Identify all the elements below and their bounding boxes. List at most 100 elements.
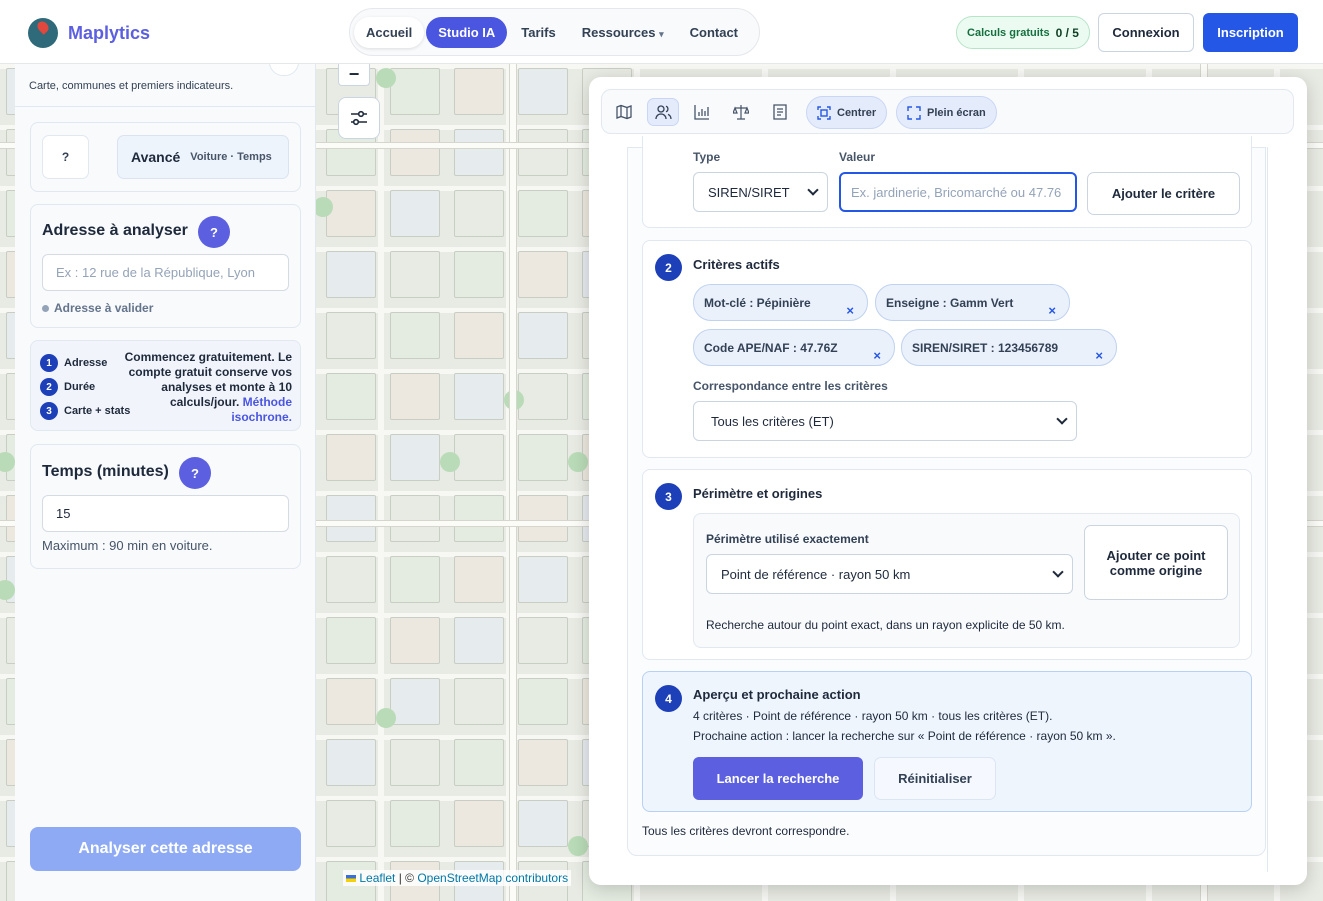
map-block [518, 68, 568, 115]
type-select-value: SIREN/SIRET [708, 184, 790, 200]
map-block [390, 678, 440, 725]
stats-view-button[interactable] [686, 98, 718, 126]
map-settings-button[interactable] [338, 97, 380, 139]
reset-button[interactable]: Réinitialiser [874, 757, 996, 800]
chevron-down-icon: ▾ [659, 28, 664, 39]
signup-button[interactable]: Inscription [1203, 13, 1298, 52]
match-select-value: Tous les critères (ET) [711, 413, 834, 429]
time-input[interactable]: 15 [42, 495, 289, 532]
fullscreen-button[interactable]: Plein écran [896, 96, 997, 129]
address-input[interactable]: Ex : 12 rue de la République, Lyon [42, 254, 289, 291]
remove-criterion-icon[interactable]: × [1095, 348, 1103, 363]
map-block [518, 434, 568, 481]
divider [15, 106, 316, 107]
perimeter-section: 3 Périmètre et origines Périmètre utilis… [642, 469, 1252, 660]
brand-logo[interactable]: Maplytics [28, 18, 150, 48]
fullscreen-label: Plein écran [927, 106, 986, 119]
step-label: Durée [64, 381, 96, 393]
osm-link[interactable]: OpenStreetMap contributors [417, 871, 568, 885]
nav-tarifs[interactable]: Tarifs [509, 17, 567, 48]
perimeter-select[interactable]: Point de référence · rayon 50 km [706, 554, 1073, 594]
address-title: Adresse à analyser [42, 222, 188, 239]
add-origin-button[interactable]: Ajouter ce point comme origine [1084, 525, 1228, 600]
address-help-button[interactable]: ? [198, 216, 230, 248]
leaflet-link[interactable]: Leaflet [359, 871, 395, 885]
users-icon [654, 105, 672, 120]
map-block [390, 556, 440, 603]
step-duration: 2 Durée [40, 378, 95, 396]
mode-help-button[interactable]: ? [42, 135, 89, 179]
panel-toolbar: Centrer Plein écran [601, 89, 1294, 134]
center-button[interactable]: Centrer [806, 96, 888, 129]
bar-chart-icon [694, 105, 709, 120]
sliders-icon [351, 110, 367, 126]
login-button[interactable]: Connexion [1098, 13, 1194, 52]
criterion-chip-siren: SIREN/SIRET : 123456789 × [901, 329, 1117, 366]
map-block [326, 556, 376, 603]
map-block [454, 617, 504, 664]
zoom-out-button[interactable]: − [338, 64, 370, 86]
time-title: Temps (minutes) [42, 463, 169, 480]
perimeter-box: Périmètre utilisé exactement Point de ré… [693, 513, 1240, 648]
time-card: Temps (minutes) ? 15 Maximum : 90 min en… [30, 444, 301, 569]
preview-section: 4 Aperçu et prochaine action 4 critères … [642, 671, 1252, 812]
map-block [326, 678, 376, 725]
map-block [518, 190, 568, 237]
nav-studio-ia[interactable]: Studio IA [426, 16, 508, 48]
step-number: 2 [40, 378, 58, 396]
section-number: 2 [655, 254, 682, 281]
perimeter-description: Recherche autour du point exact, dans un… [706, 618, 1065, 632]
map-block [454, 556, 504, 603]
users-view-button[interactable] [647, 98, 679, 126]
focus-icon [817, 105, 831, 120]
map-icon [616, 104, 632, 120]
map-block [390, 739, 440, 786]
map-view-button[interactable] [608, 98, 640, 126]
map-block [390, 495, 440, 542]
map-block [326, 190, 376, 237]
map-attribution: Leaflet | © OpenStreetMap contributors [343, 870, 572, 886]
report-view-button[interactable] [764, 98, 796, 126]
remove-criterion-icon[interactable]: × [846, 303, 854, 318]
map-block [454, 312, 504, 359]
nav-ressources[interactable]: Ressources ▾ [570, 17, 676, 48]
analyze-button[interactable]: Analyser cette adresse [30, 827, 301, 871]
scrollbar[interactable] [1267, 147, 1268, 872]
map-block [518, 739, 568, 786]
map-park [376, 68, 396, 88]
step-number: 1 [40, 354, 58, 372]
panel-scroll-area[interactable]: Type SIREN/SIRET Valeur Ex. jardinerie, … [627, 136, 1266, 856]
map-park [568, 836, 588, 856]
compare-view-button[interactable] [725, 98, 757, 126]
nav-contact[interactable]: Contact [678, 17, 750, 48]
mode-card: ? Avancé Voiture · Temps [30, 122, 301, 192]
map-block [390, 373, 440, 420]
time-help-button[interactable]: ? [179, 457, 211, 489]
add-criterion-button[interactable]: Ajouter le critère [1087, 172, 1240, 215]
nav-accueil[interactable]: Accueil [354, 16, 425, 48]
remove-criterion-icon[interactable]: × [873, 348, 881, 363]
criteria-panel: Centrer Plein écran Type SIREN/SIRET Val… [589, 77, 1307, 885]
advanced-mode-button[interactable]: Avancé Voiture · Temps [117, 135, 289, 179]
type-select[interactable]: SIREN/SIRET [693, 172, 828, 212]
quota-label: Calculs gratuits [967, 26, 1050, 39]
map-block [518, 678, 568, 725]
left-sidebar: Carte, communes et premiers indicateurs.… [15, 50, 316, 901]
address-card: Adresse à analyser ? Ex : 12 rue de la R… [30, 204, 301, 328]
isochrone-method-link[interactable]: Méthode isochrone. [231, 395, 292, 424]
fullscreen-icon [907, 105, 921, 120]
remove-criterion-icon[interactable]: × [1048, 303, 1056, 318]
map-block [390, 251, 440, 298]
match-label: Correspondance entre les critères [693, 379, 888, 393]
value-input[interactable]: Ex. jardinerie, Bricomarché ou 47.76 [839, 172, 1077, 212]
map-block [454, 129, 504, 176]
launch-search-button[interactable]: Lancer la recherche [693, 757, 863, 800]
map-block [326, 373, 376, 420]
mode-label: Avancé [131, 149, 181, 165]
address-status: Adresse à valider [42, 301, 153, 315]
map-block [390, 312, 440, 359]
map-block [518, 312, 568, 359]
map-block [518, 129, 568, 176]
quota-value: 0 / 5 [1055, 25, 1079, 40]
match-select[interactable]: Tous les critères (ET) [693, 401, 1077, 441]
